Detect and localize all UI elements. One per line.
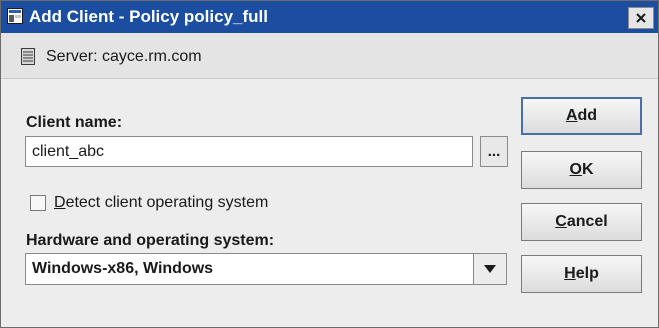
app-window-icon — [7, 8, 23, 24]
add-button[interactable]: Add — [521, 97, 642, 135]
hardware-os-dropdown-button[interactable] — [473, 253, 507, 285]
close-icon — [636, 13, 646, 23]
server-icon — [21, 48, 35, 65]
detect-os-label[interactable]: Detect client operating system — [54, 193, 268, 213]
window-title: Add Client - Policy policy_full — [29, 7, 268, 26]
hardware-os-select[interactable]: Windows-x86, Windows — [25, 253, 507, 285]
add-button-label: dd — [577, 107, 598, 124]
help-button[interactable]: Help — [521, 255, 642, 293]
help-button-label: elp — [575, 265, 599, 282]
help-button-mnemonic: H — [564, 265, 576, 282]
cancel-button[interactable]: Cancel — [521, 203, 642, 241]
detect-os-label-text: etect client operating system — [65, 194, 269, 211]
ok-button-label: K — [581, 161, 594, 178]
add-client-dialog: Add Client - Policy policy_full Server: … — [0, 0, 659, 328]
ok-button-mnemonic: O — [569, 161, 582, 178]
detect-os-mnemonic: D — [54, 194, 66, 211]
client-name-label: Client name: — [26, 114, 123, 131]
title-bar[interactable]: Add Client - Policy policy_full — [1, 1, 658, 33]
add-button-mnemonic: A — [565, 107, 578, 124]
cancel-button-label: ancel — [566, 213, 608, 230]
detect-os-checkbox[interactable] — [30, 195, 46, 211]
close-button[interactable] — [628, 7, 654, 29]
server-info-bar: Server: cayce.rm.com — [1, 33, 658, 79]
dropdown-arrow-icon — [484, 265, 496, 273]
ok-button[interactable]: OK — [521, 151, 642, 189]
cancel-button-mnemonic: C — [555, 213, 567, 230]
hardware-os-selected-value: Windows-x86, Windows — [32, 260, 214, 277]
client-name-input[interactable]: client_abc — [25, 136, 473, 167]
server-name-text: Server: cayce.rm.com — [46, 48, 202, 65]
hardware-os-label: Hardware and operating system: — [26, 232, 275, 249]
browse-button[interactable]: ... — [480, 136, 508, 167]
